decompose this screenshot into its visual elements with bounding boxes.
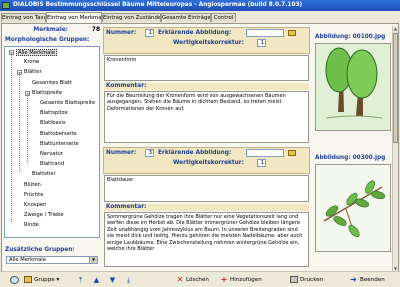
window-titlebar: DIALOBIS Bestimmungsschlüssel Bäume Mitt… bbox=[0, 0, 400, 11]
extra-groups-value: Alle Merkmale bbox=[9, 257, 46, 263]
extra-groups-label: Zusätzliche Gruppen: bbox=[5, 247, 75, 253]
arrow-up-icon: ▲ bbox=[93, 276, 100, 284]
folder-icon[interactable] bbox=[288, 30, 296, 36]
scroll-up-icon[interactable]: ▲ bbox=[393, 26, 398, 31]
erkl-abb-label: Erklärende Abbildung: bbox=[158, 30, 232, 36]
delete-icon: ✕ bbox=[176, 275, 184, 284]
tree-crown-image bbox=[315, 43, 391, 131]
kommentar-field[interactable]: Sommergrüne Gehölze tragen ihre Blätter … bbox=[104, 212, 309, 267]
kommentar-label: Kommentar: bbox=[104, 204, 309, 211]
erkl-abb-field[interactable] bbox=[246, 29, 284, 37]
print-button-label: Drucken bbox=[300, 277, 324, 283]
group-button[interactable]: Gruppe ▾ bbox=[24, 275, 59, 285]
tree-item[interactable]: Rinde bbox=[24, 222, 39, 229]
exit-button-label: Beenden bbox=[360, 277, 385, 283]
tree-item[interactable]: Zweige / Triebe bbox=[24, 212, 64, 219]
chevron-down-icon: ▾ bbox=[56, 277, 60, 283]
tree-item[interactable]: Blüten bbox=[24, 182, 41, 189]
wert-label: Wertigkeitskorrektur: bbox=[173, 40, 244, 46]
nummer-label: Nummer: bbox=[106, 150, 137, 156]
move-down-button[interactable]: ▼ bbox=[108, 276, 117, 284]
search-icon bbox=[10, 275, 19, 284]
groups-label: Morphologische Gruppen: bbox=[5, 37, 90, 43]
leaf-branch-image bbox=[315, 164, 391, 252]
merkmale-count: 78 bbox=[91, 27, 100, 33]
tab-taxa[interactable]: Eintrag von Taxa bbox=[1, 13, 46, 22]
tree-item[interactable]: Gesamte Blattspreite bbox=[40, 100, 95, 107]
print-button[interactable]: Drucken bbox=[290, 275, 323, 285]
merkmale-label: Merkmale: bbox=[33, 27, 68, 33]
delete-button-label: Löschen bbox=[186, 277, 209, 283]
arrow-top-icon: ⤒ bbox=[78, 276, 83, 284]
tree-item[interactable]: Früchte bbox=[24, 192, 43, 199]
tree-item[interactable]: Gesamtes Blatt bbox=[32, 80, 72, 87]
merkmal-name-field[interactable]: Blattdauer bbox=[104, 175, 309, 202]
tree-item[interactable]: Blattstiel bbox=[32, 171, 55, 178]
search-button[interactable] bbox=[10, 275, 21, 285]
group-button-label: Gruppe bbox=[34, 277, 55, 283]
tree-item[interactable]: Blattrand bbox=[40, 161, 64, 168]
tab-control[interactable]: Control bbox=[211, 13, 236, 22]
kommentar-field[interactable]: Für die Beurteilung der Kronenform wird … bbox=[104, 91, 309, 143]
move-last-button[interactable]: ⤓ bbox=[124, 276, 133, 284]
tree-guide-line bbox=[27, 93, 28, 163]
tree-item[interactable]: Blattbasis bbox=[40, 120, 66, 127]
erkl-abb-label: Erklärende Abbildung: bbox=[158, 150, 232, 156]
wert-field[interactable]: 1 bbox=[257, 159, 266, 167]
exit-button[interactable]: ➜ Beenden bbox=[350, 275, 385, 285]
abbildung-label: Abbildung: 00300.jpg bbox=[315, 155, 386, 161]
add-icon: + bbox=[220, 275, 228, 284]
delete-button[interactable]: ✕ Löschen bbox=[176, 275, 209, 285]
folder-icon[interactable] bbox=[288, 150, 296, 156]
app-icon bbox=[2, 2, 10, 9]
tab-merkmale[interactable]: Eintrag von Merkmalen bbox=[46, 12, 102, 23]
erkl-abb-field[interactable] bbox=[246, 149, 284, 157]
kommentar-label: Kommentar: bbox=[104, 83, 309, 90]
nummer-label: Nummer: bbox=[106, 30, 137, 36]
tree-item[interactable]: Nervatur bbox=[40, 151, 63, 158]
tree-item[interactable]: Knospen bbox=[24, 202, 46, 209]
groups-tree[interactable]: − Alle Merkmale Krone − Blätter Gesamtes Blat… bbox=[4, 46, 100, 238]
left-panel: Merkmale: 78 Morphologische Gruppen: − Al… bbox=[2, 26, 102, 271]
tree-item[interactable]: Blattspitze bbox=[40, 110, 68, 117]
tree-guide-line bbox=[19, 72, 20, 172]
entry-card: Nummer: 1 Erklärende Abbildung: Wertigke… bbox=[103, 27, 393, 144]
window-title: DIALOBIS Bestimmungsschlüssel Bäume Mitt… bbox=[13, 2, 303, 8]
tree-item[interactable]: Blattspreite bbox=[32, 90, 62, 97]
arrow-bottom-icon: ⤓ bbox=[126, 276, 131, 284]
tab-gesamte-eintraege[interactable]: Gesamte Einträge bbox=[161, 13, 211, 22]
bottom-toolbar: Gruppe ▾ ⤒ ▲ ▼ ⤓ ✕ Löschen + Hinzufügen Dr… bbox=[0, 271, 400, 287]
printer-icon bbox=[290, 276, 298, 283]
chevron-down-icon[interactable]: ▼ bbox=[89, 257, 97, 263]
tree-item[interactable]: Blätter bbox=[24, 69, 42, 76]
tab-bar: Eintrag von Taxa Eintrag von Merkmalen E… bbox=[0, 12, 400, 23]
wert-label: Wertigkeitskorrektur: bbox=[173, 160, 244, 166]
tree-item[interactable]: Krone bbox=[24, 59, 39, 66]
merkmal-name-field[interactable]: Kronenform bbox=[104, 55, 309, 81]
add-button-label: Hinzufügen bbox=[230, 277, 262, 283]
exit-icon: ➜ bbox=[350, 275, 357, 284]
arrow-down-icon: ▼ bbox=[109, 276, 116, 284]
tree-guide-line bbox=[11, 52, 12, 222]
move-first-button[interactable]: ⤒ bbox=[76, 276, 85, 284]
tree-item[interactable]: Blattoberseite bbox=[40, 131, 77, 138]
wert-field[interactable]: 1 bbox=[257, 39, 266, 47]
extra-groups-select[interactable]: Alle Merkmale ▼ bbox=[6, 256, 98, 264]
entry-card: Nummer: 3 Erklärende Abbildung: Wertigke… bbox=[103, 147, 393, 269]
group-icon bbox=[24, 276, 32, 283]
tree-item[interactable]: Blattunterseite bbox=[40, 141, 79, 148]
tree-item[interactable]: Alle Merkmale bbox=[16, 49, 57, 56]
tab-zustaende[interactable]: Eintrag von Zuständen bbox=[102, 13, 161, 22]
abbildung-label: Abbildung: 00100.jpg bbox=[315, 34, 386, 40]
nummer-field[interactable]: 1 bbox=[145, 29, 154, 37]
nummer-field[interactable]: 3 bbox=[145, 149, 154, 157]
merkmale-count-row: Merkmale: 78 bbox=[2, 27, 102, 35]
scrollbar-thumb[interactable] bbox=[393, 33, 398, 143]
entries-scrollbar[interactable]: ▲ ▼ bbox=[392, 26, 398, 271]
move-up-button[interactable]: ▲ bbox=[92, 276, 101, 284]
add-button[interactable]: + Hinzufügen bbox=[220, 275, 262, 285]
